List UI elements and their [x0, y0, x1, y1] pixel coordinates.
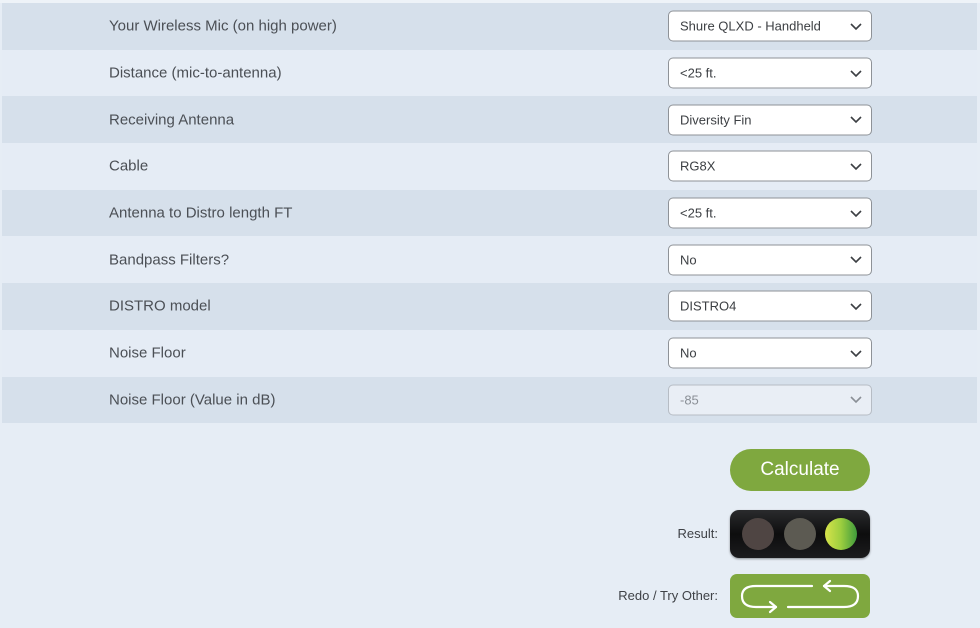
distance-select[interactable]: <25 ft.: [668, 57, 872, 89]
distance-value: <25 ft.: [680, 65, 717, 81]
chevron-down-icon: [850, 396, 862, 404]
chevron-down-icon: [850, 69, 862, 77]
noise-floor-db-value: -85: [680, 392, 699, 408]
distance-label: Distance (mic-to-antenna): [109, 64, 282, 82]
form-row-noise-floor-db: Noise Floor (Value in dB) -85: [2, 376, 977, 424]
wireless-mic-value: Shure QLXD - Handheld: [680, 18, 821, 34]
form-row-distro-model: DISTRO model DISTRO4: [2, 283, 977, 330]
form-row-cable: Cable RG8X: [2, 143, 977, 190]
distro-model-label: DISTRO model: [109, 297, 211, 315]
chevron-down-icon: [850, 256, 862, 264]
form-row-distance: Distance (mic-to-antenna) <25 ft.: [2, 49, 977, 97]
noise-floor-db-label: Noise Floor (Value in dB): [109, 391, 276, 409]
form-row-noise-floor: Noise Floor No: [2, 329, 977, 377]
form-row-receiving-antenna: Receiving Antenna Diversity Fin: [2, 96, 977, 144]
receiving-antenna-select[interactable]: Diversity Fin: [668, 104, 872, 136]
calculate-button[interactable]: Calculate: [730, 449, 870, 491]
noise-floor-select[interactable]: No: [668, 337, 872, 369]
wireless-mic-select[interactable]: Shure QLXD - Handheld: [668, 10, 872, 42]
chevron-down-icon: [850, 163, 862, 171]
distro-model-value: DISTRO4: [680, 298, 737, 314]
form-row-bandpass-filters: Bandpass Filters? No: [2, 236, 977, 284]
bandpass-filters-label: Bandpass Filters?: [109, 251, 230, 269]
red-lamp-off: [742, 518, 774, 550]
calculator-form: Your Wireless Mic (on high power) Shure …: [2, 3, 977, 424]
bandpass-filters-select[interactable]: No: [668, 244, 872, 276]
antenna-distro-length-select[interactable]: <25 ft.: [668, 197, 872, 229]
chevron-down-icon: [850, 303, 862, 311]
loop-arrows-icon: [740, 579, 860, 614]
traffic-light-result: [730, 510, 870, 558]
bandpass-filters-value: No: [680, 252, 697, 268]
form-row-wireless-mic: Your Wireless Mic (on high power) Shure …: [2, 3, 977, 50]
chevron-down-icon: [850, 350, 862, 357]
green-lamp-on: [825, 518, 857, 550]
chevron-down-icon: [850, 210, 862, 217]
cable-label: Cable: [109, 157, 149, 175]
noise-floor-label: Noise Floor: [109, 344, 186, 362]
antenna-distro-length-label: Antenna to Distro length FT: [109, 204, 293, 222]
cable-value: RG8X: [680, 158, 716, 174]
chevron-down-icon: [850, 116, 862, 124]
form-row-antenna-distro-length: Antenna to Distro length FT <25 ft.: [2, 189, 977, 237]
yellow-lamp-off: [784, 518, 816, 550]
receiving-antenna-value: Diversity Fin: [680, 112, 752, 128]
chevron-down-icon: [850, 23, 862, 30]
result-label: Result:: [677, 526, 718, 541]
noise-floor-value: No: [680, 345, 697, 361]
distro-model-select[interactable]: DISTRO4: [668, 290, 872, 322]
antenna-distro-length-value: <25 ft.: [680, 205, 717, 221]
redo-button[interactable]: [730, 574, 870, 618]
redo-label: Redo / Try Other:: [618, 588, 718, 603]
wireless-mic-label: Your Wireless Mic (on high power): [109, 17, 337, 35]
receiving-antenna-label: Receiving Antenna: [109, 111, 235, 129]
noise-floor-db-select: -85: [668, 384, 872, 416]
cable-select[interactable]: RG8X: [668, 150, 872, 182]
